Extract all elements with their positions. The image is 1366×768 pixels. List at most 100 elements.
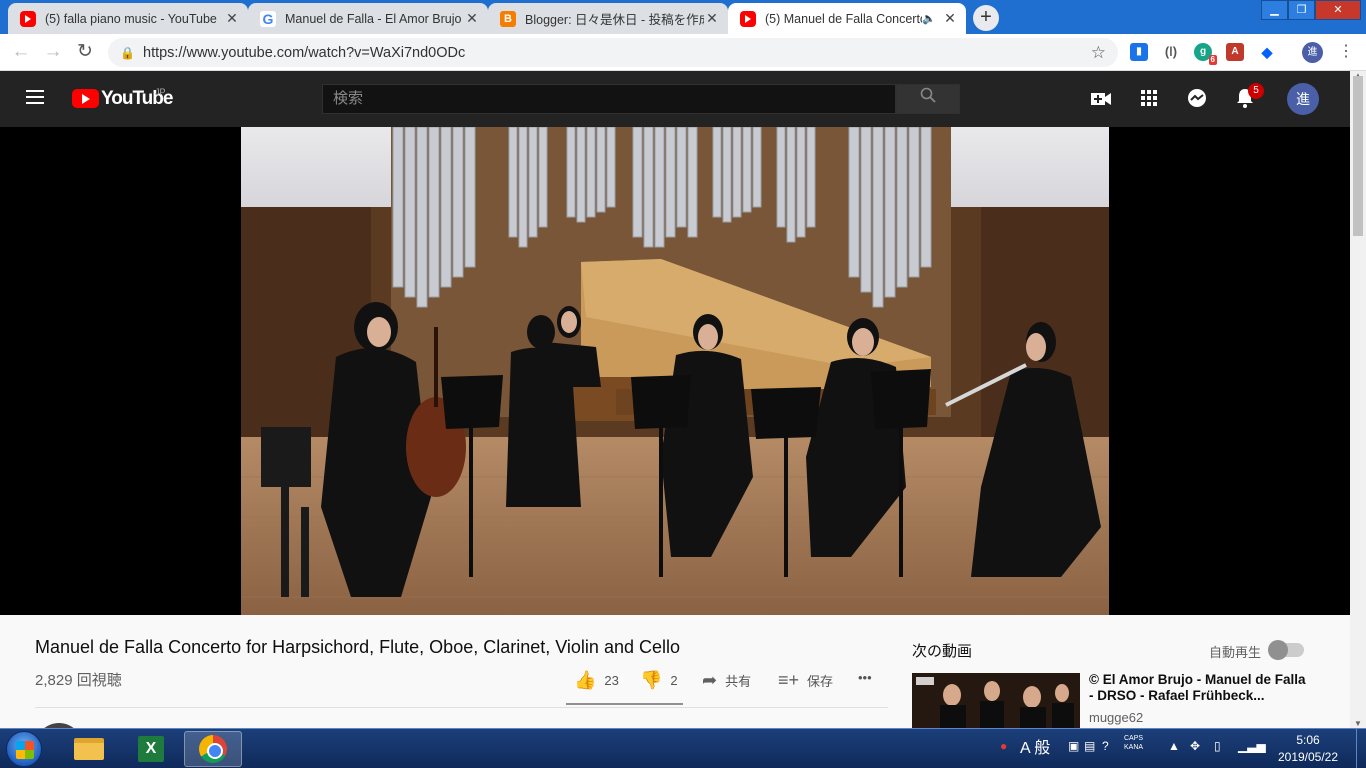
signal-strength-icon[interactable]: ▁▃▅ [1238, 739, 1266, 753]
address-bar[interactable]: 🔒 https://www.youtube.com/watch?v=WaXi7n… [108, 38, 1118, 67]
tab-title: (5) Manuel de Falla Concerto [765, 11, 923, 26]
lock-icon: 🔒 [120, 45, 135, 60]
thumbs-down-icon: 👎 [640, 670, 663, 690]
show-hidden-icons-icon[interactable]: ▲ [1168, 739, 1180, 753]
browser-tab-active[interactable]: (5) Manuel de Falla Concerto 🔈 ✕ [728, 3, 966, 34]
recommended-video-channel[interactable]: mugge62 [1089, 710, 1143, 725]
recommended-video-thumbnail[interactable] [912, 673, 1080, 731]
create-video-icon[interactable] [1089, 88, 1113, 112]
ime-tools-icon[interactable]: ▣ [1068, 739, 1079, 753]
search-button[interactable] [896, 84, 960, 114]
network-status-icon[interactable]: ✥ [1190, 739, 1200, 753]
add-to-playlist-icon: ≡+ [778, 670, 800, 690]
share-button[interactable]: ➦ 共有 [702, 670, 751, 691]
dislike-count: 2 [670, 673, 678, 688]
windows-taskbar: X ● A 般 ▣ ▤ ? CAPS KANA ▲ ✥ ▯ ▁▃▅ 5:06 2… [0, 728, 1366, 768]
share-arrow-icon: ➦ [702, 670, 718, 690]
region-code: JP [155, 87, 166, 97]
device-icon[interactable]: ▯ [1214, 739, 1221, 753]
bookmark-star-icon[interactable]: ☆ [1091, 43, 1106, 63]
minimize-button[interactable]: ▁ [1261, 0, 1288, 20]
browser-tab-strip: (5) falla piano music - YouTube ✕ G Manu… [0, 0, 1366, 34]
youtube-masthead: YouTube JP 検索 5 進 [0, 71, 1350, 127]
video-info-section: Manuel de Falla Concerto for Harpsichord… [0, 615, 1350, 768]
page-scrollbar[interactable]: ▲ ▼ [1350, 71, 1366, 728]
share-label: 共有 [725, 674, 752, 689]
more-actions-button[interactable]: ••• [858, 670, 872, 685]
grammar-extension-icon[interactable]: g6 [1194, 43, 1217, 65]
pdf-extension-icon[interactable]: A [1226, 43, 1244, 61]
close-tab-icon[interactable]: ✕ [224, 10, 240, 27]
browser-tab[interactable]: B Blogger: 日々是休日 - 投稿を作成 ✕ [488, 3, 728, 34]
browser-tab[interactable]: (5) falla piano music - YouTube ✕ [8, 3, 248, 34]
more-dots-icon: ••• [858, 670, 872, 685]
notification-count-badge: 5 [1248, 83, 1264, 99]
apps-grid-icon[interactable] [1137, 88, 1161, 112]
recommended-video-title[interactable]: © El Amor Brujo - Manuel de Falla - DRSO… [1089, 672, 1309, 704]
toggle-knob [1268, 640, 1288, 660]
tray-notification-icon[interactable]: ● [1000, 739, 1007, 753]
youtube-logo-icon[interactable] [72, 89, 99, 108]
hamburger-menu-icon[interactable] [26, 90, 44, 104]
profile-button[interactable]: 進 [1302, 42, 1323, 63]
messenger-shape [1188, 89, 1206, 107]
system-clock[interactable]: 5:06 2019/05/22 [1268, 732, 1348, 766]
new-tab-button[interactable]: + [973, 5, 999, 31]
excel-icon: X [138, 736, 164, 762]
blogger-icon: B [500, 10, 516, 27]
orchestra-thumbnail-image [912, 673, 1080, 731]
close-tab-icon[interactable]: ✕ [464, 10, 480, 27]
tab-title: (5) falla piano music - YouTube [45, 11, 217, 26]
extension-badge: 6 [1208, 55, 1217, 65]
video-title: Manuel de Falla Concerto for Harpsichord… [35, 637, 680, 657]
close-tab-icon[interactable]: ✕ [704, 10, 720, 27]
close-window-button[interactable]: ✕ [1315, 0, 1361, 20]
video-player[interactable] [0, 127, 1350, 615]
chrome-icon [199, 735, 227, 763]
show-desktop-button[interactable] [1356, 729, 1366, 768]
tab-title: Manuel de Falla - El Amor Brujo [285, 11, 462, 26]
up-next-heading: 次の動画 [912, 643, 973, 660]
tab-title: Blogger: 日々是休日 - 投稿を作成 [525, 13, 704, 27]
grid-shape [1141, 90, 1157, 106]
autoplay-label: 自動再生 [1209, 645, 1262, 660]
browser-tab[interactable]: G Manuel de Falla - El Amor Brujo ✕ [248, 3, 488, 34]
back-button[interactable]: ← [9, 40, 33, 64]
audio-extension-icon[interactable]: (ǀ) [1162, 43, 1180, 61]
search-input[interactable]: 検索 [322, 84, 896, 114]
video-frame[interactable] [241, 127, 1109, 615]
account-avatar[interactable]: 進 [1287, 83, 1319, 115]
close-tab-icon[interactable]: ✕ [942, 10, 958, 27]
like-button[interactable]: 👍 23 [574, 670, 619, 691]
dislike-button[interactable]: 👎 2 [640, 670, 678, 691]
clock-time: 5:06 [1296, 733, 1320, 747]
help-icon[interactable]: ? [1102, 739, 1109, 753]
thumbs-up-icon: 👍 [574, 670, 597, 690]
forward-button[interactable]: → [41, 40, 65, 64]
maximize-button[interactable]: ❐ [1288, 0, 1315, 20]
scrollbar-thumb[interactable] [1353, 76, 1363, 236]
windows-logo-icon [16, 741, 34, 759]
save-button[interactable]: ≡+ 保存 [778, 670, 833, 691]
ime-dictionary-icon[interactable]: ▤ [1084, 739, 1095, 753]
scroll-down-arrow-icon[interactable]: ▼ [1350, 719, 1366, 728]
bookmark-extension-icon[interactable]: ▮ [1130, 43, 1148, 61]
taskbar-explorer[interactable] [60, 731, 118, 767]
section-divider [35, 707, 888, 708]
caps-kana-indicator: CAPS KANA [1124, 734, 1143, 752]
start-button[interactable] [6, 731, 42, 767]
speaker-icon[interactable]: 🔈 [922, 12, 936, 25]
dropbox-icon[interactable]: ◆ [1258, 43, 1276, 61]
camera-plus-shape [1091, 93, 1111, 105]
sentiment-bar [566, 703, 683, 705]
autoplay-toggle[interactable] [1268, 640, 1304, 660]
messages-icon[interactable] [1185, 88, 1209, 112]
reload-button[interactable]: ↻ [73, 40, 97, 64]
taskbar-chrome[interactable] [184, 731, 242, 767]
search-icon [920, 87, 936, 103]
view-count: 2,829 回視聴 [35, 672, 122, 689]
taskbar-excel[interactable]: X [122, 731, 180, 767]
google-icon: G [260, 10, 276, 27]
menu-icon[interactable]: ⋮ [1338, 42, 1354, 62]
ime-mode-indicator[interactable]: A 般 [1020, 735, 1064, 763]
